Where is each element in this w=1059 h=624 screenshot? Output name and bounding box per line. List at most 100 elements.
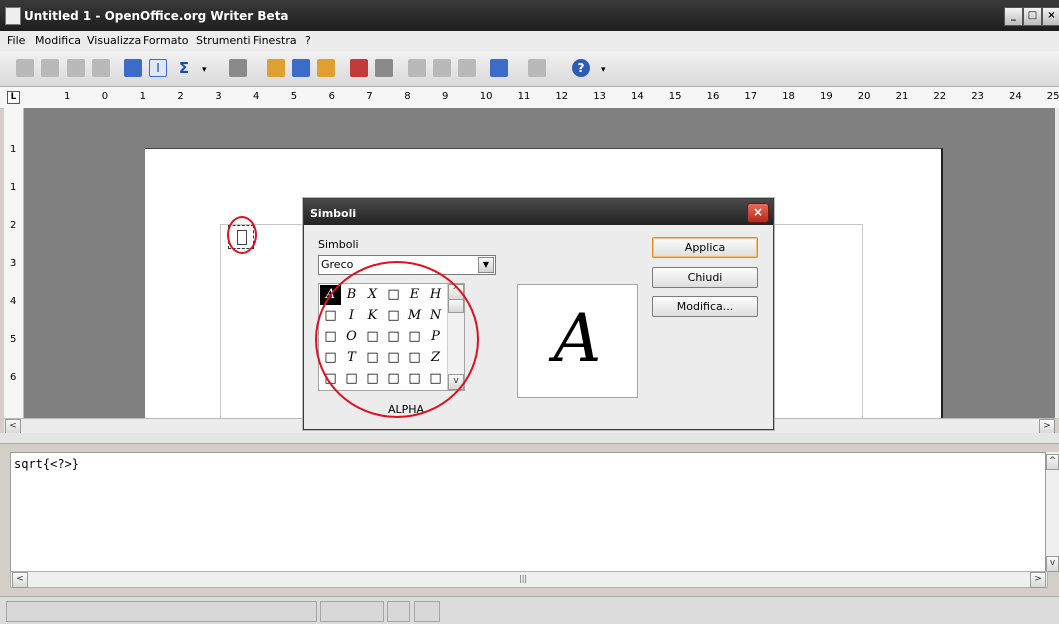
- formula-text: sqrt{<?>}: [14, 457, 80, 471]
- symbol-set-label: Simboli: [318, 238, 359, 251]
- dialog-close-button[interactable]: ×: [747, 203, 769, 223]
- ruler-label: 24: [1009, 91, 1022, 102]
- ruler-label: 11: [517, 91, 531, 102]
- ruler-label: 3: [215, 91, 222, 102]
- symbols-icon[interactable]: Σ: [175, 59, 193, 77]
- email-icon[interactable]: [317, 59, 335, 77]
- formula-scroll-left-button[interactable]: <: [12, 572, 28, 588]
- ruler-label: 0: [101, 91, 109, 102]
- formula-horizontal-scrollbar[interactable]: < ||| >: [10, 571, 1048, 588]
- dialog-title: Simboli: [310, 207, 357, 220]
- vertical-ruler-label: 6: [10, 372, 17, 383]
- menu-visualizza[interactable]: Visualizza: [87, 34, 141, 47]
- dialog-title-bar: Simboli ×: [304, 199, 773, 225]
- vertical-ruler-label: 4: [10, 296, 17, 307]
- formula-editor[interactable]: sqrt{<?>}: [10, 452, 1046, 572]
- writer-app-icon: [5, 7, 21, 25]
- ruler-label: 2: [177, 91, 184, 102]
- menu-help[interactable]: ?: [305, 34, 311, 47]
- formula-cursor-icon[interactable]: I: [149, 59, 167, 77]
- apply-button[interactable]: Applica: [652, 237, 758, 258]
- toolbar-overflow-icon[interactable]: ▾: [202, 59, 212, 77]
- zoom-full-icon[interactable]: [67, 59, 85, 77]
- vertical-ruler-label: 1: [10, 144, 17, 155]
- tab-stop-selector[interactable]: L: [7, 91, 20, 104]
- ruler-label: 25: [1046, 91, 1059, 102]
- ruler-label: 13: [593, 91, 606, 102]
- zoom-in-icon[interactable]: [16, 59, 34, 77]
- status-bar: [0, 596, 1059, 624]
- chevron-down-icon[interactable]: ▼: [478, 257, 494, 273]
- formula-scroll-up-button[interactable]: ^: [1046, 454, 1059, 470]
- menu-formato[interactable]: Formato: [143, 34, 189, 47]
- window-title: Untitled 1 - OpenOffice.org Writer Beta: [24, 9, 289, 23]
- menu-modifica[interactable]: Modifica: [35, 34, 81, 47]
- status-field-2: [320, 601, 384, 622]
- ruler-label: 7: [366, 91, 373, 102]
- menu-bar: File Modifica Visualizza Formato Strumen…: [0, 31, 1059, 51]
- save-icon[interactable]: [292, 59, 310, 77]
- print-icon[interactable]: [375, 59, 393, 77]
- ruler-label: 18: [782, 91, 795, 102]
- export-pdf-icon[interactable]: [350, 59, 368, 77]
- ruler-label: 15: [668, 91, 682, 102]
- close-button[interactable]: Chiudi: [652, 267, 758, 288]
- paste-icon[interactable]: [458, 59, 476, 77]
- pane-splitter[interactable]: [0, 433, 1059, 444]
- ruler-label: 5: [290, 91, 298, 102]
- ruler-label: 14: [631, 91, 644, 102]
- ruler-label: 1: [139, 91, 146, 102]
- cut-icon[interactable]: [408, 59, 426, 77]
- redo-icon[interactable]: [528, 59, 546, 77]
- undo-icon[interactable]: [490, 59, 508, 77]
- minimize-button[interactable]: _: [1004, 7, 1023, 26]
- menu-strumenti[interactable]: Strumenti: [196, 34, 251, 47]
- vertical-ruler: 1 1 2 3 4 5 6: [4, 108, 24, 418]
- horizontal-ruler: L 1 0 1 2 3 4 5 6 7 8 9 10 11 12 13 14 15 16 17 18 19 20 21 22 2…: [0, 87, 1059, 109]
- edit-button[interactable]: Modifica...: [652, 296, 758, 317]
- preview-glyph: A: [553, 300, 602, 377]
- new-document-icon[interactable]: [229, 59, 247, 77]
- main-toolbar: I Σ ▾ ? ▾: [0, 51, 1059, 87]
- vertical-ruler-label: 1: [10, 182, 17, 193]
- copy-icon[interactable]: [433, 59, 451, 77]
- vertical-ruler-label: 3: [10, 258, 17, 269]
- zoom-out-icon[interactable]: [41, 59, 59, 77]
- zoom-page-icon[interactable]: [92, 59, 110, 77]
- help-icon[interactable]: ?: [572, 59, 590, 77]
- ruler-label: 21: [895, 91, 909, 102]
- status-field-3: [387, 601, 410, 622]
- ruler-label: 10: [479, 91, 493, 102]
- ruler-label: 1: [64, 91, 71, 102]
- ruler-label: 6: [328, 91, 335, 102]
- ruler-label: 9: [442, 91, 449, 102]
- ruler-label: 23: [971, 91, 984, 102]
- formula-scroll-right-button[interactable]: >: [1030, 572, 1046, 588]
- scroll-thumb-grip[interactable]: |||: [519, 574, 527, 583]
- open-folder-icon[interactable]: [267, 59, 285, 77]
- ruler-label: 22: [933, 91, 947, 102]
- toolbar-overflow-icon-2[interactable]: ▾: [601, 59, 611, 77]
- ruler-label: 20: [857, 91, 871, 102]
- symbols-dialog: Simboli × Simboli Greco ▼ A B X □ E H □ I K □ M N □ O…: [303, 198, 774, 430]
- vertical-ruler-label: 2: [10, 220, 17, 231]
- refresh-icon[interactable]: [124, 59, 142, 77]
- close-window-button[interactable]: ×: [1042, 7, 1059, 26]
- menu-file[interactable]: File: [7, 34, 25, 47]
- highlight-circle-object: [227, 216, 257, 254]
- menu-finestra[interactable]: Finestra: [253, 34, 297, 47]
- ruler-label: 12: [555, 91, 569, 102]
- ruler-label: 17: [744, 91, 758, 102]
- highlight-circle-grid: [315, 261, 479, 418]
- ruler-label: 16: [706, 91, 720, 102]
- document-vertical-scrollbar[interactable]: [1055, 108, 1059, 418]
- ruler-label: 19: [820, 91, 833, 102]
- formula-vertical-scrollbar[interactable]: ^ v: [1046, 452, 1059, 572]
- ruler-label: 8: [404, 91, 411, 102]
- title-bar: Untitled 1 - OpenOffice.org Writer Beta …: [0, 0, 1059, 31]
- ruler-label: 4: [253, 91, 260, 102]
- symbol-preview: A: [517, 284, 638, 398]
- formula-scroll-down-button[interactable]: v: [1046, 556, 1059, 572]
- status-field-4: [414, 601, 440, 622]
- maximize-button[interactable]: □: [1023, 7, 1042, 26]
